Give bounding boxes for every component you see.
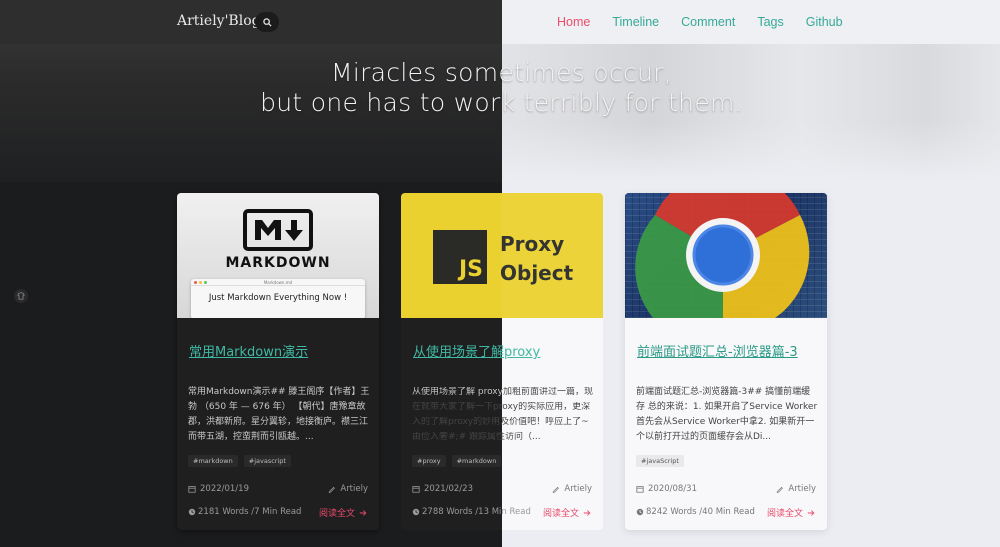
post-excerpt: 常用Markdown演示## 滕王阁序【作者】王勃 （650 年 — 676 年… <box>188 387 370 442</box>
calendar-icon <box>412 486 420 493</box>
editor-window-preview: Markdown.md Just Markdown Everything Now… <box>191 279 365 318</box>
post-tags: #javaScript <box>636 455 684 467</box>
window-text: Just Markdown Everything Now ! <box>208 293 348 303</box>
post-word-count-text: 8242 Words /40 Min Read <box>646 507 755 517</box>
arrow-right-icon <box>583 509 591 516</box>
post-card-proxy[interactable]: JS Proxy Object 从使用场景了解proxy 从使用场景了解 pro… <box>401 193 603 530</box>
arrow-right-icon <box>807 509 815 516</box>
post-date-text: 2020/08/31 <box>648 484 697 494</box>
window-title: Markdown.md <box>263 280 293 285</box>
post-tags: #markdown #javascript <box>188 455 291 467</box>
post-author-name[interactable]: Artiely <box>564 484 592 494</box>
post-date: 2022/01/19 <box>188 484 249 494</box>
tag-link[interactable]: #javascript <box>243 455 291 467</box>
markdown-logo-icon <box>243 209 313 251</box>
arrow-right-icon <box>359 509 367 516</box>
read-more-link[interactable]: 阅读全文 <box>767 506 815 519</box>
post-excerpt: 前端面试题汇总-浏览器篇-3## 搞懂前端缓存 总的来说：1. 如果开启了Ser… <box>636 387 818 442</box>
pen-icon <box>329 486 336 493</box>
hero-quote-line-1: Miracles sometimes occur, <box>330 58 673 87</box>
nav-github[interactable]: Github <box>806 15 843 29</box>
clock-icon <box>636 508 644 516</box>
tag-link[interactable]: #markdown <box>451 455 502 467</box>
nav-links: Home Timeline Comment Tags Github <box>557 15 843 29</box>
shirt-icon <box>17 292 25 300</box>
post-word-count: 2788 Words /13 Min Read <box>412 507 531 517</box>
chrome-logo-icon <box>635 193 810 318</box>
clock-icon <box>412 508 420 516</box>
post-cover-markdown[interactable]: MARKDOWN Markdown.md Just Markdown Every… <box>177 193 379 318</box>
post-cover-proxy[interactable]: JS Proxy Object <box>401 193 603 318</box>
post-cover-browser[interactable] <box>625 193 827 318</box>
markdown-wordmark: MARKDOWN <box>225 255 331 271</box>
nav-comment[interactable]: Comment <box>681 15 735 29</box>
search-button[interactable] <box>255 12 279 32</box>
site-brand[interactable]: Artiely'Blog <box>177 13 261 29</box>
pen-icon <box>777 486 784 493</box>
tag-link[interactable]: #markdown <box>188 455 238 467</box>
nav-timeline[interactable]: Timeline <box>612 15 659 29</box>
post-excerpt-text: 从使用场景了解 proxy加粗前面讲过一篇，现在就带大家了解一下proxy的实际… <box>412 387 593 442</box>
search-icon <box>262 17 272 27</box>
post-author: Artiely <box>552 484 592 494</box>
post-author: Artiely <box>328 484 368 494</box>
post-title[interactable]: 前端面试题汇总-浏览器篇-3 <box>637 341 798 360</box>
read-more-link[interactable]: 阅读全文 <box>319 506 367 519</box>
tag-link[interactable]: #javaScript <box>636 455 684 467</box>
read-more-label: 阅读全文 <box>766 509 803 519</box>
post-author-name[interactable]: Artiely <box>788 484 816 494</box>
post-word-count: 8242 Words /40 Min Read <box>636 507 755 517</box>
post-excerpt: 从使用场景了解 proxy加粗前面讲过一篇，现在就带大家了解一下proxy的实际… <box>412 385 594 445</box>
read-more-link[interactable]: 阅读全文 <box>543 506 591 519</box>
post-word-count: 2181 Words /7 Min Read <box>188 507 301 517</box>
post-date-text: 2022/01/19 <box>200 484 249 494</box>
post-tags: #proxy #markdown <box>412 455 502 467</box>
calendar-icon <box>188 486 196 493</box>
post-word-count-text: 2788 Words /13 Min Read <box>422 507 531 517</box>
post-card-markdown[interactable]: MARKDOWN Markdown.md Just Markdown Every… <box>177 193 379 530</box>
tag-link[interactable]: #proxy <box>412 455 446 467</box>
nav-home[interactable]: Home <box>557 15 590 29</box>
js-logo-text: JS <box>458 257 483 282</box>
clock-icon <box>188 508 196 516</box>
post-date: 2021/02/23 <box>412 484 473 494</box>
calendar-icon <box>636 486 644 493</box>
nav-tags[interactable]: Tags <box>757 15 783 29</box>
post-card-browser[interactable]: 前端面试题汇总-浏览器篇-3 前端面试题汇总-浏览器篇-3## 搞懂前端缓存 总… <box>625 193 827 530</box>
post-date: 2020/08/31 <box>636 484 697 494</box>
read-more-label: 阅读全文 <box>542 509 579 519</box>
post-word-count-text: 2181 Words /7 Min Read <box>198 507 302 517</box>
hero-quote: Miracles sometimes occur, but one has to… <box>0 58 1000 118</box>
read-more-label: 阅读全文 <box>318 509 355 519</box>
post-title[interactable]: 从使用场景了解proxy <box>413 341 540 360</box>
post-date-text: 2021/02/23 <box>424 484 473 494</box>
pen-icon <box>553 486 560 493</box>
javascript-logo-icon: JS <box>433 230 487 284</box>
post-author-name[interactable]: Artiely <box>340 484 368 494</box>
post-author: Artiely <box>776 484 816 494</box>
post-title[interactable]: 常用Markdown演示 <box>189 341 308 360</box>
hero-quote-line-2: but one has to work terribly for them. <box>260 88 743 117</box>
theme-toggle-button[interactable] <box>14 289 28 303</box>
